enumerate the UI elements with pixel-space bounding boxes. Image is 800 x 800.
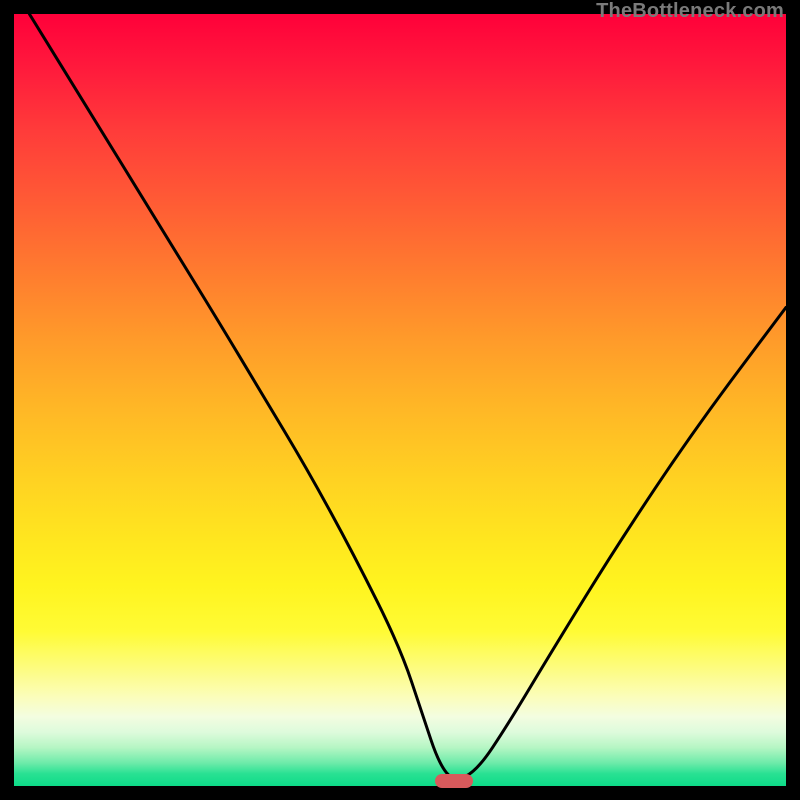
bottleneck-curve [14,14,786,786]
watermark-text: TheBottleneck.com [596,0,784,23]
curve-path [29,14,786,778]
optimal-range-marker [435,774,474,788]
plot-area [14,14,786,786]
chart-frame: TheBottleneck.com [0,0,800,800]
